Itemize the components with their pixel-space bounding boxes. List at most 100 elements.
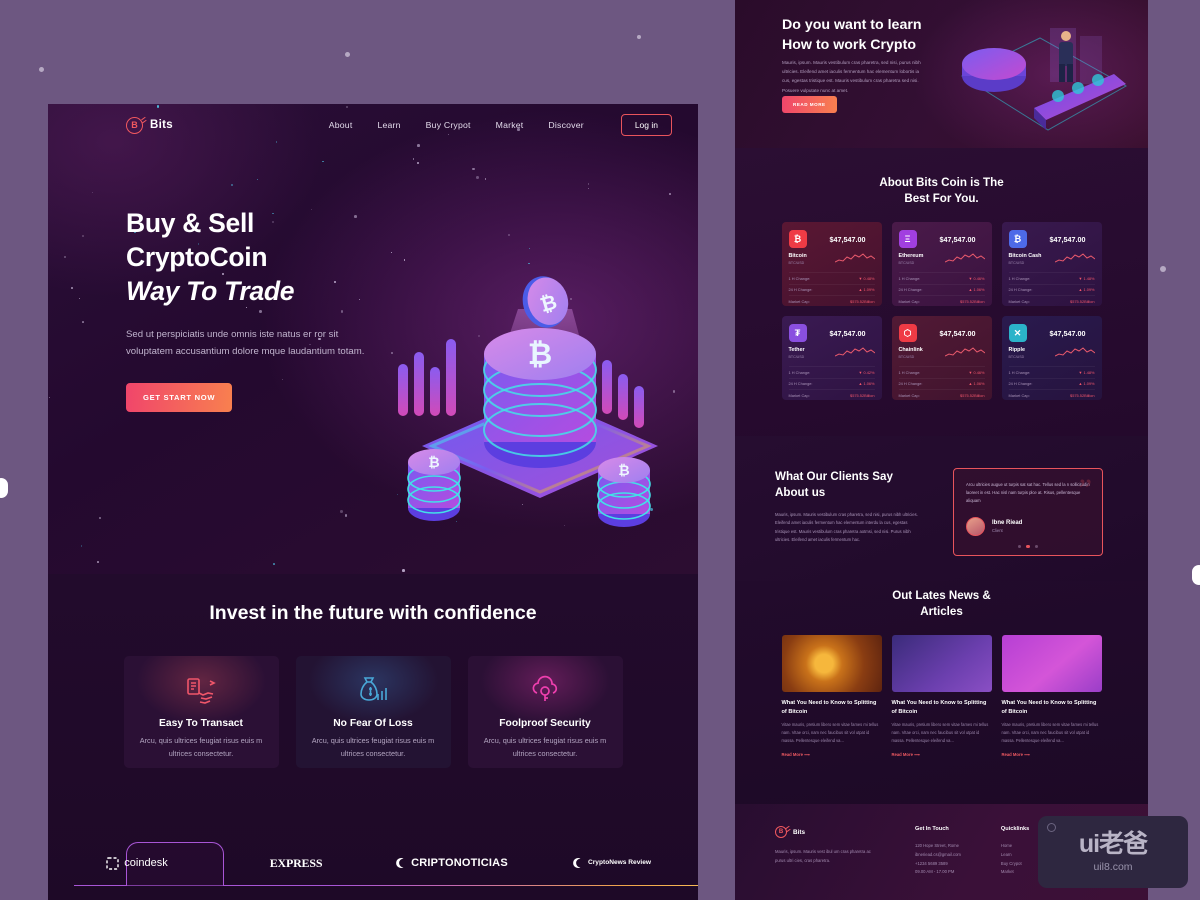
coins-title-line1: About Bits Coin is The bbox=[879, 176, 1004, 189]
money-bag-chart-icon bbox=[308, 670, 439, 710]
news-card[interactable]: What You Need to Know to Splitting of Bi… bbox=[891, 635, 992, 757]
crypto-stack-illustration: ₿ ₿ ₿ ₿ bbox=[390, 274, 690, 539]
stat-label: 1 H Change: bbox=[898, 369, 921, 375]
nav-item-learn[interactable]: Learn bbox=[377, 120, 400, 130]
coin-stat-market-cap: Market Cap: $575.52Billion bbox=[788, 389, 875, 400]
footer-link-home[interactable]: Home bbox=[1001, 842, 1029, 851]
news-read-more-link[interactable]: Read More ⟶ bbox=[1002, 752, 1102, 757]
news-card[interactable]: What You Need to Know to Splitting of Bi… bbox=[1001, 635, 1102, 757]
background-dot bbox=[1160, 266, 1166, 272]
coin-card-ripple[interactable]: ✕ $47,547.00 Ripple BTC/USD 1 H Change: ▼ 1.4… bbox=[1001, 316, 1102, 401]
star-dot bbox=[99, 517, 101, 519]
partner-logo-criptonoticias[interactable]: CRIPTONOTICIAS bbox=[366, 857, 536, 869]
star-dot bbox=[528, 247, 531, 249]
stat-label: Market Cap: bbox=[788, 298, 810, 304]
stat-label: Market Cap: bbox=[898, 392, 920, 398]
stat-label: 1 H Change: bbox=[898, 275, 921, 281]
watermark-main: ui老爸 bbox=[1078, 829, 1148, 858]
learn-read-more-button[interactable]: READ MORE bbox=[782, 96, 837, 113]
partner-logo-coindesk[interactable]: coindesk bbox=[48, 856, 226, 870]
watermark-ring-icon bbox=[1047, 823, 1056, 832]
coin-stat-24h: 24 H Change: ▲ 1.06% bbox=[898, 283, 985, 295]
coindesk-icon bbox=[106, 856, 119, 870]
news-card-body: Vitae mauris, pretium libero sem vitae f… bbox=[781, 722, 879, 743]
coin-stat-market-cap: Market Cap: $575.52Billion bbox=[898, 389, 985, 400]
stat-value: ▲ 1.09% bbox=[858, 287, 875, 293]
carousel-dot[interactable] bbox=[1017, 544, 1022, 548]
feature-card-foolproof-security[interactable]: Foolproof Security Arcu, quis ultrices f… bbox=[468, 656, 623, 768]
stat-label: Market Cap: bbox=[788, 392, 810, 398]
invest-title: Invest in the future with confidence bbox=[209, 602, 537, 624]
stat-label: 1 H Change: bbox=[1008, 369, 1031, 375]
footer-contact-title: Get In Touch bbox=[915, 826, 949, 832]
coin-header: ✕ $47,547.00 bbox=[1008, 324, 1095, 343]
partner-logo-cryptonews-review[interactable]: CryptoNews Review bbox=[536, 857, 686, 869]
partner-logo-express[interactable]: EXPRESS bbox=[226, 856, 366, 871]
footer-link-learn[interactable]: Learn bbox=[1001, 851, 1029, 860]
coin-stats: 1 H Change: ▼ 0.42% 24 H Change: ▲ 1.06% Mar… bbox=[788, 366, 875, 400]
news-card-body: Vitae mauris, pretium libero sem vitae f… bbox=[891, 722, 989, 743]
testimonials-title-line1: What Our Clients Say bbox=[775, 470, 893, 483]
news-read-more-link[interactable]: Read More ⟶ bbox=[782, 752, 882, 757]
coin-stat-1h: 1 H Change: ▼ 0.46% bbox=[898, 272, 985, 283]
brand-logo[interactable]: B Bits bbox=[126, 116, 173, 134]
coin-header: ₮ $47,547.00 bbox=[788, 324, 875, 343]
news-title-line1: Out Lates News & bbox=[892, 589, 991, 602]
get-start-now-button[interactable]: GET START NOW bbox=[126, 382, 233, 412]
star-dot bbox=[484, 178, 487, 180]
coin-symbol-icon: ⬡ bbox=[898, 324, 917, 343]
stat-value: ▲ 1.06% bbox=[858, 381, 875, 387]
footer-brand[interactable]: B Bits bbox=[775, 826, 875, 838]
nft-hexagon-network-image bbox=[891, 635, 992, 693]
star-dot bbox=[256, 178, 259, 181]
coin-card-bitcoin-cash[interactable]: ₿ $47,547.00 Bitcoin Cash BTC/USD 1 H Change… bbox=[1001, 222, 1102, 307]
footer-link-buy-crypot[interactable]: Buy Crypot bbox=[1001, 860, 1029, 869]
sparkline-chart bbox=[1054, 253, 1095, 263]
coin-price: $47,547.00 bbox=[1049, 234, 1086, 244]
feature-card-no-fear-of-loss[interactable]: No Fear Of Loss Arcu, quis ultrices feug… bbox=[296, 656, 451, 768]
star-dot bbox=[587, 187, 590, 190]
stat-value: ▲ 1.06% bbox=[968, 381, 985, 387]
coin-stats: 1 H Change: ▼ 0.46% 24 H Change: ▲ 1.06% Mar… bbox=[898, 366, 985, 400]
login-button[interactable]: Log in bbox=[620, 114, 672, 136]
coin-card-ethereum[interactable]: Ξ $47,547.00 Ethereum BTC/USD 1 H Change: ▼ 0… bbox=[891, 222, 992, 307]
coin-stat-market-cap: Market Cap: $575.52Billion bbox=[788, 295, 875, 306]
carousel-dot-active[interactable] bbox=[1026, 544, 1030, 548]
testimonial-author-role: Client bbox=[992, 527, 1003, 533]
learn-crypto-section: Do you want to learn How to work Crypto … bbox=[735, 0, 1148, 148]
news-read-more-link[interactable]: Read More ⟶ bbox=[892, 752, 992, 757]
coin-card-bitcoin[interactable]: ₿ $47,547.00 Bitcoin BTC/USD 1 H Change: ▼ 0.… bbox=[781, 222, 882, 307]
stat-label: 24 H Change: bbox=[898, 287, 923, 293]
background-dot bbox=[345, 52, 350, 57]
news-card-title: What You Need to Know to Splitting of Bi… bbox=[891, 700, 987, 715]
star-dot bbox=[528, 262, 530, 265]
feature-card-easy-to-transact[interactable]: Easy To Transact Arcu, quis ultrices feu… bbox=[124, 656, 279, 768]
coin-symbol-icon: ₿ bbox=[1008, 230, 1027, 249]
footer-about-column: B Bits Mauris, ipsum. Mauris vest ibul u… bbox=[775, 826, 875, 877]
star-dot bbox=[63, 256, 66, 258]
footer-about-text: Mauris, ipsum. Mauris vest ibul um cras … bbox=[775, 849, 871, 863]
news-card-title: What You Need to Know to Splitting of Bi… bbox=[781, 700, 877, 715]
coins-section: About Bits Coin is The Best For You. ₿ $4… bbox=[735, 148, 1148, 436]
footer-contact-column: Get In Touch 120 Hope Street, Rome ibner… bbox=[915, 826, 961, 877]
nav-item-market[interactable]: Market bbox=[496, 120, 524, 130]
nav-item-buy-crypot[interactable]: Buy Crypot bbox=[426, 120, 471, 130]
footer-link-market[interactable]: Market bbox=[1001, 868, 1029, 877]
coin-header: ₿ $47,547.00 bbox=[1008, 230, 1095, 249]
feature-body: Arcu, quis ultrices feugiat risus euis m… bbox=[483, 735, 607, 758]
sparkline-chart bbox=[834, 253, 875, 263]
star-dot bbox=[78, 297, 80, 299]
nav-item-discover[interactable]: Discover bbox=[548, 120, 583, 130]
footer-contact-phone: +1234 5689 3589 bbox=[915, 860, 948, 866]
carousel-dots[interactable] bbox=[966, 544, 1090, 548]
coin-card-tether[interactable]: ₮ $47,547.00 Tether BTC/USD 1 H Change: ▼ 0.4… bbox=[781, 316, 882, 401]
footer-links-title: Quicklinks bbox=[1000, 826, 1030, 832]
carousel-dot[interactable] bbox=[1034, 544, 1039, 548]
star-dot bbox=[587, 183, 590, 185]
news-card[interactable]: What You Need to Know to Splitting of Bi… bbox=[781, 635, 882, 757]
nav-item-about[interactable]: About bbox=[329, 120, 353, 130]
mining-rig-illustration bbox=[960, 28, 1128, 131]
sparkline-chart bbox=[834, 347, 875, 357]
svg-text:₿: ₿ bbox=[618, 463, 629, 479]
coin-card-chainlink[interactable]: ⬡ $47,547.00 Chainlink BTC/USD 1 H Change: ▼ … bbox=[891, 316, 992, 401]
